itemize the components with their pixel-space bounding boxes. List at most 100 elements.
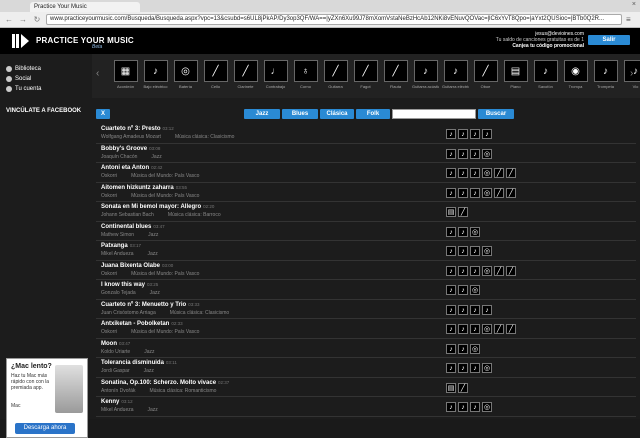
song-row[interactable]: Cuarteto nº 3: Menuetto y Trio03:33Juan … <box>96 300 636 320</box>
instrument-item[interactable]: ♪Bajo eléctrico <box>142 60 169 98</box>
song-title[interactable]: Antoni eta Anton02:42 <box>101 165 162 171</box>
clear-filter-button[interactable]: X <box>96 109 110 119</box>
instrument-item[interactable]: ◉Trompa <box>562 60 589 98</box>
logo-text[interactable]: PRACTICE YOUR MUSIC <box>36 36 134 45</box>
instrument-track-icon[interactable]: ♪ <box>458 324 468 334</box>
instrument-track-icon[interactable]: ♪ <box>446 129 456 139</box>
instrument-track-icon[interactable]: ♪ <box>446 285 456 295</box>
instrument-track-icon[interactable]: ╱ <box>458 383 468 393</box>
instrument-item[interactable]: ♪Vio <box>622 60 640 98</box>
song-title[interactable]: Sonata en Mi bemol mayor: Allegro02:20 <box>101 204 214 210</box>
instrument-track-icon[interactable]: ♪ <box>458 168 468 178</box>
url-bar[interactable]: www.practiceyourmusic.com/Busqueda/Busqu… <box>46 14 622 25</box>
instrument-track-icon[interactable]: ♪ <box>446 363 456 373</box>
instrument-track-icon[interactable]: ╱ <box>506 324 516 334</box>
chevron-left-icon[interactable]: ‹ <box>96 68 99 79</box>
instrument-track-icon[interactable]: ♪ <box>470 266 480 276</box>
instrument-track-icon[interactable]: ◎ <box>482 149 492 159</box>
ad-download-button[interactable]: Descarga ahora <box>15 423 75 434</box>
instrument-track-icon[interactable]: ◎ <box>482 363 492 373</box>
chevron-right-icon[interactable]: › <box>630 68 633 79</box>
instrument-item[interactable]: ♪Guitarra eléctrica <box>442 60 469 98</box>
song-row[interactable]: Antxiketan - Pobolketan02:33OskorriMúsic… <box>96 319 636 339</box>
filter-clasica[interactable]: Clásica <box>320 109 354 119</box>
instrument-track-icon[interactable]: ♪ <box>446 246 456 256</box>
instrument-track-icon[interactable]: ◎ <box>482 188 492 198</box>
logout-button[interactable]: Salir <box>588 35 630 45</box>
song-row[interactable]: Sonatina, Op.100: Scherzo. Molto vivace0… <box>96 378 636 398</box>
song-row[interactable]: I know this way03:25Gonzalo TejadaJazz♪♪… <box>96 280 636 300</box>
song-row[interactable]: Cuarteto nº 3: Presto03:12Wolfgang Amade… <box>96 124 636 144</box>
instrument-track-icon[interactable]: ╱ <box>506 188 516 198</box>
instrument-item[interactable]: ♪Saxofón <box>532 60 559 98</box>
instrument-track-icon[interactable]: ♪ <box>458 285 468 295</box>
menu-icon[interactable]: ≡ <box>626 15 636 24</box>
song-row[interactable]: Juana Bixenta Olabe03:00OskorriMúsica de… <box>96 261 636 281</box>
instrument-track-icon[interactable]: ♪ <box>482 305 492 315</box>
instrument-track-icon[interactable]: ╱ <box>494 266 504 276</box>
instrument-track-icon[interactable]: ♪ <box>458 188 468 198</box>
instrument-track-icon[interactable]: ♪ <box>458 344 468 354</box>
instrument-track-icon[interactable]: ╱ <box>494 168 504 178</box>
instrument-item[interactable]: ╱Oboe <box>472 60 499 98</box>
promo-link[interactable]: Canjea tu código promocional <box>496 43 584 49</box>
song-title[interactable]: Aitomen hizkuntz zaharra03:55 <box>101 185 187 191</box>
facebook-link[interactable]: VINCÚLATE A FACEBOOK <box>0 106 92 116</box>
instrument-item[interactable]: ╱Fagot <box>352 60 379 98</box>
song-row[interactable]: Sonata en Mi bemol mayor: Allegro02:20Jo… <box>96 202 636 222</box>
instrument-track-icon[interactable]: ♪ <box>458 149 468 159</box>
song-row[interactable]: Aitomen hizkuntz zaharra03:55OskorriMúsi… <box>96 183 636 203</box>
instrument-track-icon[interactable]: ♪ <box>446 188 456 198</box>
instrument-track-icon[interactable]: ♪ <box>470 149 480 159</box>
instrument-track-icon[interactable]: ◎ <box>482 168 492 178</box>
instrument-item[interactable]: ♪Guitarra acústica <box>412 60 439 98</box>
instrument-track-icon[interactable]: ♪ <box>446 149 456 159</box>
logo-icon[interactable] <box>12 34 32 48</box>
filter-blues[interactable]: Blues <box>282 109 318 119</box>
instrument-track-icon[interactable]: ♪ <box>470 324 480 334</box>
song-row[interactable]: Antoni eta Anton02:42OskorriMúsica del M… <box>96 163 636 183</box>
instrument-track-icon[interactable]: ♪ <box>446 402 456 412</box>
instrument-track-icon[interactable]: ♪ <box>470 246 480 256</box>
instrument-track-icon[interactable]: ♪ <box>470 168 480 178</box>
instrument-track-icon[interactable]: ♪ <box>458 305 468 315</box>
instrument-track-icon[interactable]: ♪ <box>446 324 456 334</box>
filter-jazz[interactable]: Jazz <box>244 109 280 119</box>
back-icon[interactable]: ← <box>4 15 14 24</box>
song-title[interactable]: Cuarteto nº 3: Presto03:12 <box>101 126 174 132</box>
instrument-item[interactable]: ♪Trompeta <box>592 60 619 98</box>
instrument-track-icon[interactable]: ♪ <box>458 129 468 139</box>
song-title[interactable]: Continental blues03:47 <box>101 224 165 230</box>
instrument-item[interactable]: ╱Clarinete <box>232 60 259 98</box>
search-button[interactable]: Buscar <box>478 109 514 119</box>
close-icon[interactable]: × <box>632 1 636 8</box>
instrument-item[interactable]: ╱Cello <box>202 60 229 98</box>
search-input[interactable] <box>392 109 476 119</box>
browser-tab[interactable]: Practice Your Music <box>30 2 140 12</box>
instrument-track-icon[interactable]: ╱ <box>506 266 516 276</box>
instrument-item[interactable]: ▦Acordeón <box>112 60 139 98</box>
song-row[interactable]: Continental blues03:47Mathew SimonJazz♪♪… <box>96 222 636 242</box>
filter-folk[interactable]: Folk <box>356 109 390 119</box>
instrument-track-icon[interactable]: ♪ <box>446 344 456 354</box>
instrument-track-icon[interactable]: ♪ <box>482 129 492 139</box>
instrument-track-icon[interactable]: ♪ <box>470 402 480 412</box>
instrument-track-icon[interactable]: ╱ <box>458 207 468 217</box>
song-title[interactable]: Sonatina, Op.100: Scherzo. Molto vivace0… <box>101 380 229 386</box>
instrument-track-icon[interactable]: ♪ <box>470 305 480 315</box>
instrument-track-icon[interactable]: ◎ <box>482 402 492 412</box>
song-row[interactable]: Patxanga03:17Mikel AnduezaJazz♪♪♪◎ <box>96 241 636 261</box>
instrument-item[interactable]: ♩Contrabajo <box>262 60 289 98</box>
song-title[interactable]: I know this way03:25 <box>101 282 158 288</box>
instrument-track-icon[interactable]: ♪ <box>458 246 468 256</box>
reload-icon[interactable]: ↻ <box>32 15 42 24</box>
instrument-track-icon[interactable]: ▤ <box>446 207 456 217</box>
instrument-item[interactable]: ▤Piano <box>502 60 529 98</box>
instrument-item[interactable]: ╱Guitarra <box>322 60 349 98</box>
instrument-track-icon[interactable]: ♪ <box>458 266 468 276</box>
song-row[interactable]: Bobby's Groove03:08Joaquín ChacónJazz♪♪♪… <box>96 144 636 164</box>
song-title[interactable]: Cuarteto nº 3: Menuetto y Trio03:33 <box>101 302 199 308</box>
instrument-track-icon[interactable]: ♪ <box>470 363 480 373</box>
song-row[interactable]: Tolerancia disminuida03:11Jordi GasparJa… <box>96 358 636 378</box>
instrument-track-icon[interactable]: ◎ <box>470 227 480 237</box>
